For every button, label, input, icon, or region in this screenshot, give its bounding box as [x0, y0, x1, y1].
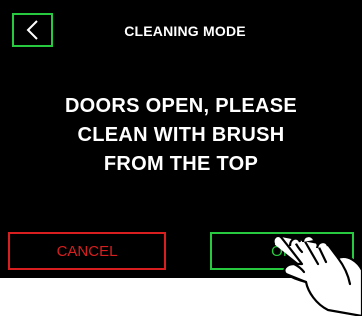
page-title: CLEANING MODE: [124, 23, 246, 39]
message-line: FROM THE TOP: [103, 153, 259, 175]
pointing-hand-icon: [272, 234, 362, 316]
message-line: DOORS OPEN, PLEASE: [64, 95, 298, 117]
message-line: CLEAN WITH BRUSH: [77, 124, 285, 146]
instruction-message: DOORS OPEN, PLEASE CLEAN WITH BRUSH FROM…: [40, 92, 322, 179]
chevron-left-icon: [26, 20, 38, 40]
back-button[interactable]: [12, 13, 53, 47]
cancel-button[interactable]: CANCEL: [8, 232, 166, 270]
cancel-button-label: CANCEL: [56, 242, 118, 260]
